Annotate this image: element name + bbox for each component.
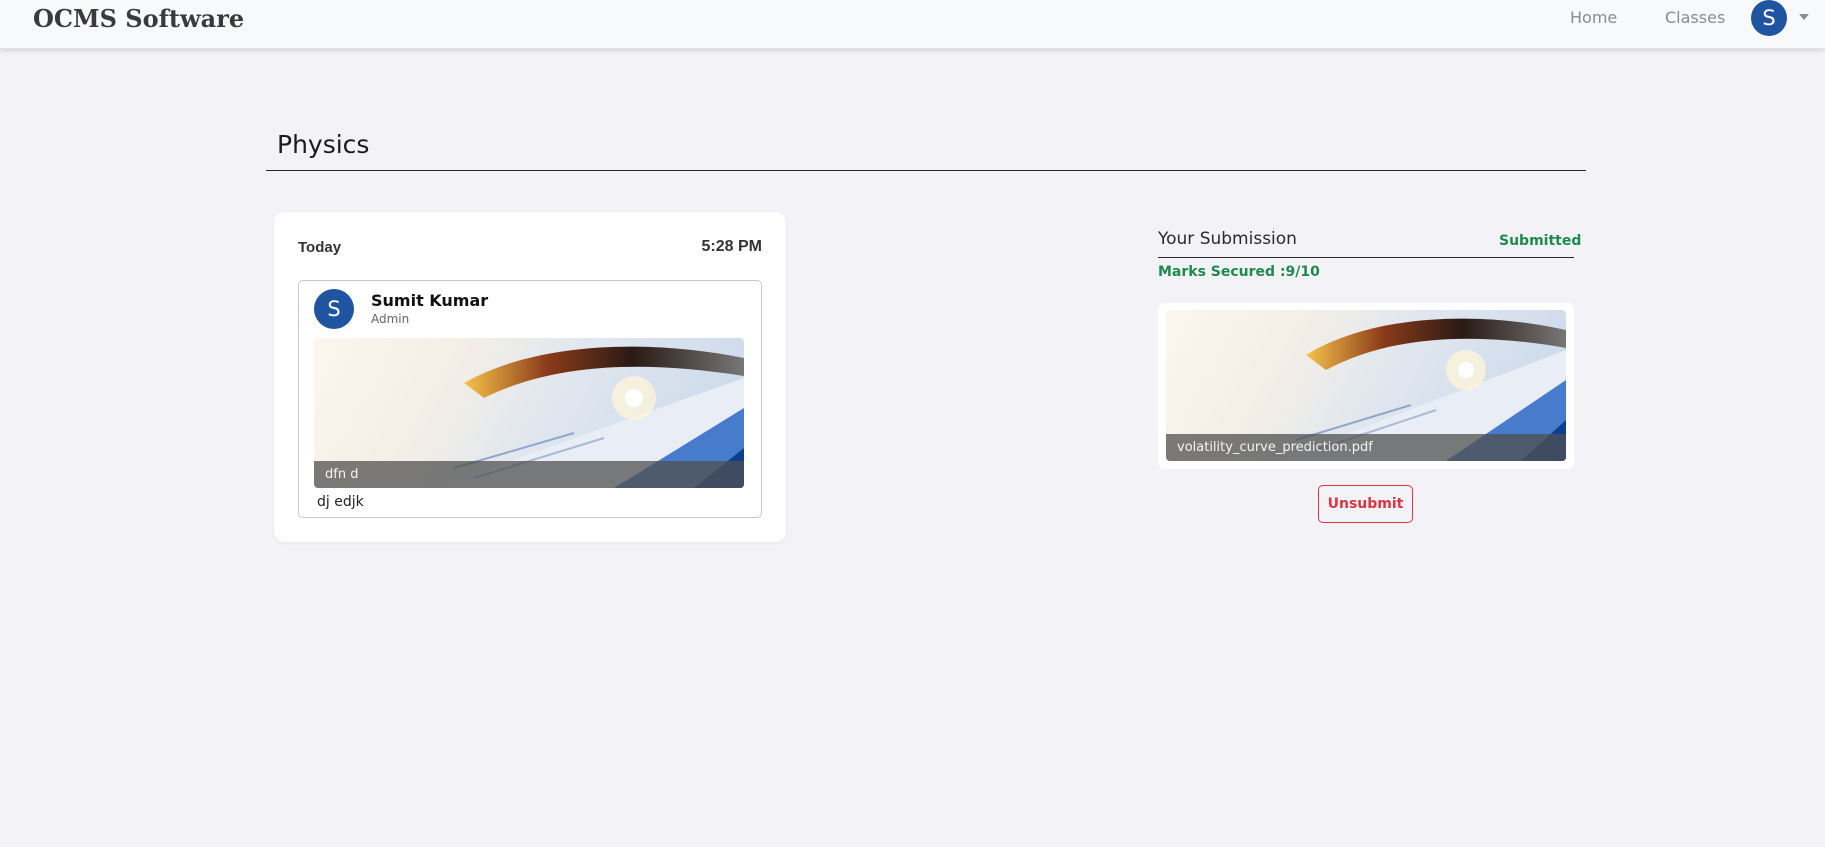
submission-status-badge: Submitted <box>1499 233 1582 249</box>
submission-file-name: volatility_curve_prediction.pdf <box>1166 434 1566 461</box>
top-navbar: OCMS Software Home Classes S <box>0 0 1825 49</box>
nav-classes-link[interactable]: Classes <box>1665 8 1725 27</box>
user-avatar[interactable]: S <box>1751 0 1787 36</box>
submission-divider <box>1158 257 1574 258</box>
post-description: dj edjk <box>317 494 364 510</box>
nav-home-link[interactable]: Home <box>1570 8 1617 27</box>
brand-logo-text[interactable]: OCMS Software <box>33 4 244 33</box>
attachment-caption: dfn d <box>314 461 744 488</box>
title-divider <box>266 170 1586 171</box>
post-time-label: 5:28 PM <box>701 238 762 255</box>
post-body: S Sumit Kumar Admin dfn d dj edjk <box>298 280 762 518</box>
submission-file-card: volatility_curve_prediction.pdf <box>1158 303 1574 469</box>
post-day-label: Today <box>298 239 342 256</box>
submission-heading: Your Submission <box>1158 229 1297 249</box>
author-name: Sumit Kumar <box>371 291 489 310</box>
chevron-down-icon[interactable] <box>1799 14 1809 20</box>
unsubmit-button[interactable]: Unsubmit <box>1318 485 1413 523</box>
author-role: Admin <box>371 312 410 326</box>
post-card: Today 5:28 PM S Sumit Kumar Admin dfn d … <box>274 212 786 542</box>
author-avatar: S <box>314 289 354 329</box>
post-attachment-thumbnail[interactable]: dfn d <box>314 338 744 488</box>
page-title: Physics <box>277 130 370 159</box>
submission-file-thumbnail[interactable]: volatility_curve_prediction.pdf <box>1166 310 1566 461</box>
marks-secured-label: Marks Secured :9/10 <box>1158 264 1320 280</box>
